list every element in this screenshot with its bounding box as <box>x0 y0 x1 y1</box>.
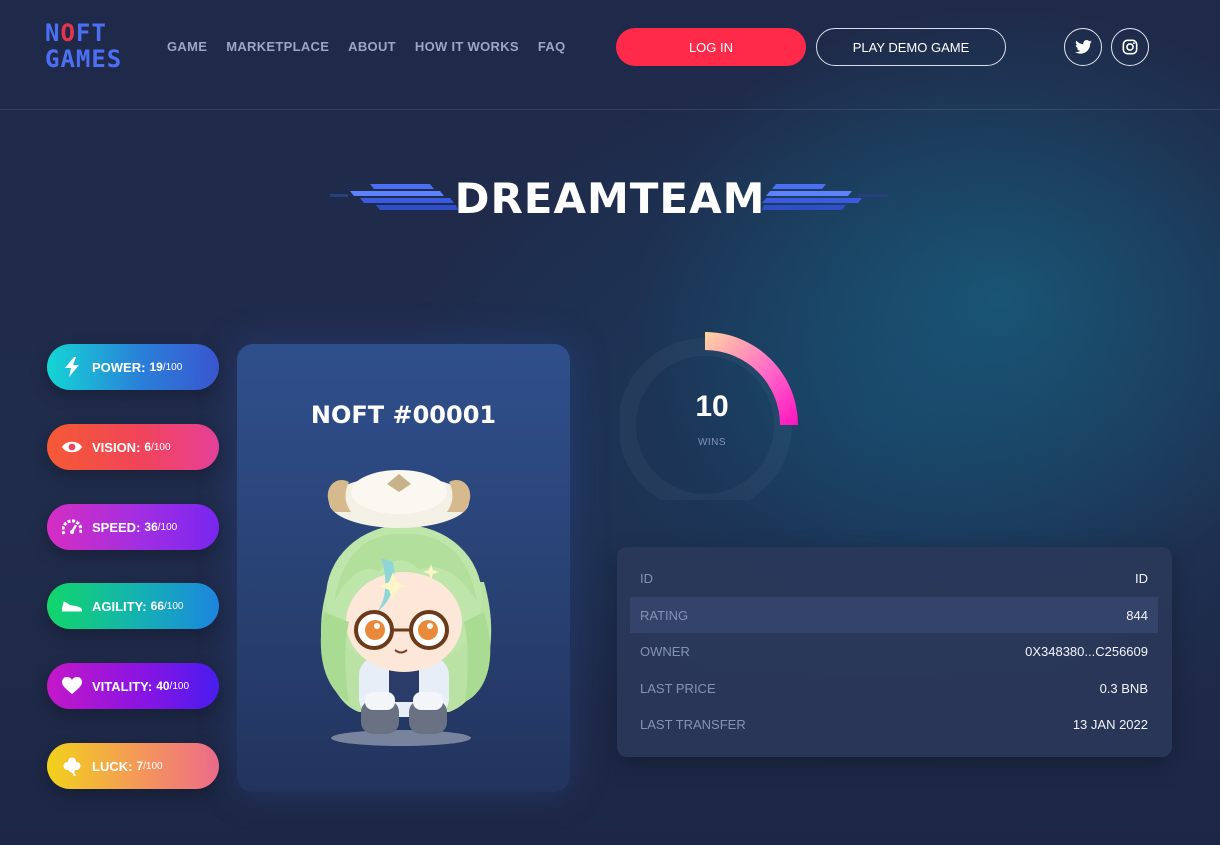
info-value: 0.3 BNB <box>1099 680 1148 696</box>
stat-value: 36 <box>144 520 158 534</box>
instagram-icon <box>1122 39 1138 55</box>
info-key: RATING <box>640 607 689 623</box>
stat-label: VISION: <box>92 439 141 455</box>
eye-icon <box>61 436 83 458</box>
heart-icon <box>61 675 83 697</box>
info-key: LAST PRICE <box>640 680 716 696</box>
info-value: ID <box>1135 570 1148 586</box>
site-header: NOFT GAMES GAME MARKETPLACE ABOUT HOW IT… <box>0 0 1220 110</box>
logo-text-n: N <box>45 19 61 47</box>
logo-text-games: GAMES <box>45 45 123 73</box>
stat-power: POWER: 19/100 <box>47 344 219 390</box>
info-row-owner: OWNER 0X348380...C256609 <box>630 633 1158 669</box>
stat-max: 100 <box>166 600 184 612</box>
stat-speed: SPEED: 36/100 <box>47 504 219 550</box>
page-title-block: DREAMTEAM <box>330 170 890 230</box>
info-row-last-transfer: LAST TRANSFER 13 JAN 2022 <box>630 706 1158 742</box>
speedometer-icon <box>61 516 83 538</box>
stat-label: AGILITY: <box>92 598 147 614</box>
info-row-rating: RATING 844 <box>630 597 1158 633</box>
info-row-last-price: LAST PRICE 0.3 BNB <box>630 670 1158 706</box>
info-value[interactable]: 0X348380...C256609 <box>1025 644 1148 659</box>
info-value: 13 JAN 2022 <box>1072 716 1148 732</box>
info-key: LAST TRANSFER <box>640 716 746 732</box>
nft-card-title: NOFT #00001 <box>310 401 497 429</box>
stat-agility: AGILITY: 66/100 <box>47 583 219 629</box>
nav-link-about[interactable]: ABOUT <box>348 39 396 54</box>
nav-link-marketplace[interactable]: MARKETPLACE <box>226 39 329 54</box>
stat-max: 100 <box>165 361 183 373</box>
instagram-link[interactable] <box>1111 28 1149 66</box>
main-nav: GAME MARKETPLACE ABOUT HOW IT WORKS FAQ <box>167 39 566 54</box>
stat-value: 40 <box>156 679 170 693</box>
info-value: 844 <box>1126 607 1148 623</box>
play-demo-game-button[interactable]: PLAY DEMO GAME <box>816 28 1006 66</box>
nav-link-game[interactable]: GAME <box>167 39 207 54</box>
stat-max: 100 <box>160 521 178 533</box>
stat-max: 100 <box>153 441 171 453</box>
stat-max: 100 <box>172 680 190 692</box>
character-illustration <box>320 470 492 746</box>
stat-label: SPEED: <box>92 519 141 535</box>
sneaker-icon <box>61 595 83 617</box>
nav-link-faq[interactable]: FAQ <box>538 39 566 54</box>
wins-value: 10 <box>695 390 729 423</box>
login-button[interactable]: LOG IN <box>616 28 806 66</box>
stat-label: LUCK: <box>92 758 133 774</box>
stat-luck: LUCK: 7/100 <box>47 743 219 789</box>
info-row-id: ID ID <box>630 560 1158 596</box>
nft-card[interactable]: NOFT #00001 <box>237 344 570 792</box>
clover-icon <box>61 755 83 777</box>
stat-value: 6 <box>144 440 152 454</box>
nft-info-table: ID ID RATING 844 OWNER 0X348380...C25660… <box>617 547 1172 757</box>
stat-vitality: VITALITY: 40/100 <box>47 663 219 709</box>
info-key: OWNER <box>640 643 690 659</box>
stat-vision: VISION: 6/100 <box>47 424 219 470</box>
stat-max: 100 <box>145 760 163 772</box>
wins-label: WINS <box>697 437 727 448</box>
info-key: ID <box>640 570 653 586</box>
logo-text-ft: FT <box>75 19 107 47</box>
twitter-link[interactable] <box>1064 28 1102 66</box>
lightning-icon <box>61 356 83 378</box>
stat-label: VITALITY: <box>92 678 153 694</box>
title-stripes-right-decoration <box>762 184 888 210</box>
logo[interactable]: NOFT GAMES <box>45 20 135 74</box>
stat-value: 7 <box>136 759 144 773</box>
stat-value: 66 <box>150 599 164 613</box>
stat-value: 19 <box>149 360 163 374</box>
twitter-icon <box>1074 40 1092 54</box>
logo-text-o: O <box>60 19 76 47</box>
stat-label: POWER: <box>92 359 146 375</box>
nav-link-how-it-works[interactable]: HOW IT WORKS <box>415 39 519 54</box>
